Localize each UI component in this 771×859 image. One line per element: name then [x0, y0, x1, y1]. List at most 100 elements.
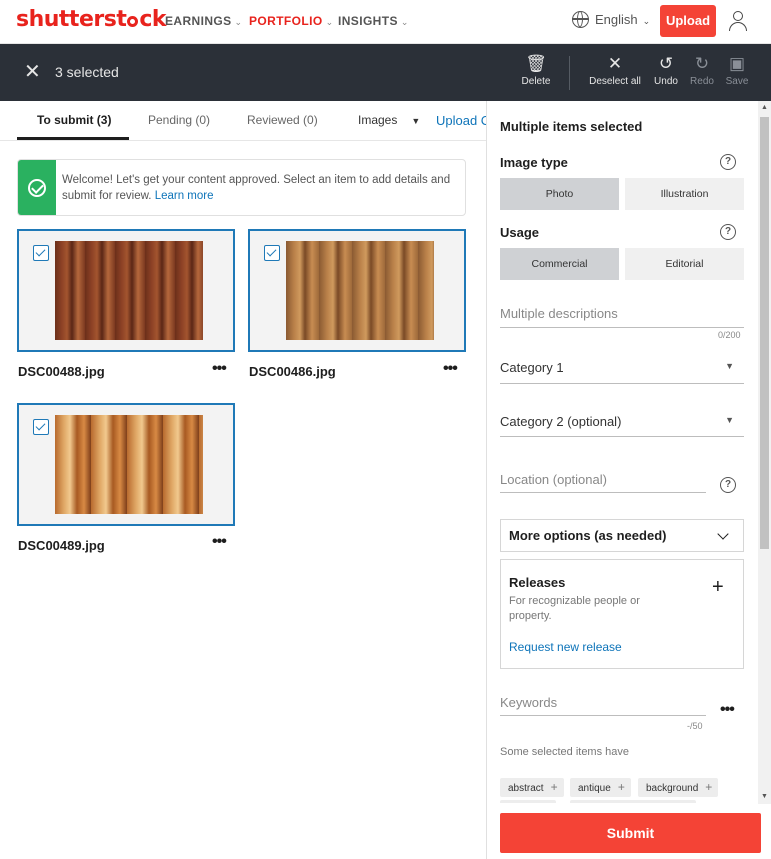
- image-type-photo[interactable]: Photo: [500, 178, 619, 210]
- nav-earnings[interactable]: EARNINGS ⌄: [165, 14, 243, 28]
- add-release-icon[interactable]: +: [712, 577, 724, 597]
- redo-icon: ↻: [694, 54, 710, 73]
- add-keyword-icon[interactable]: +: [705, 780, 712, 794]
- close-icon[interactable]: ✕: [24, 62, 41, 82]
- keywords-note: Some selected items have: [500, 746, 630, 758]
- welcome-text: Welcome! Let's get your content approved…: [62, 174, 451, 202]
- image-type-label: Image type: [500, 155, 568, 170]
- asset-image: [55, 241, 203, 340]
- usage-label: Usage: [500, 225, 540, 240]
- top-nav: shutterst ck EARNINGS ⌄ PORTFOLIO ⌄ INSIGHT…: [0, 0, 771, 44]
- undo-label: Undo: [654, 76, 678, 87]
- nav-insights-label: INSIGHTS: [338, 14, 398, 28]
- chevron-down-icon: ⌄: [400, 17, 409, 27]
- image-type-illustration[interactable]: Illustration: [625, 178, 744, 210]
- user-account-icon[interactable]: [728, 11, 748, 31]
- media-type-dropdown[interactable]: Images ▼: [358, 113, 420, 127]
- panel-title: Multiple items selected: [500, 119, 643, 134]
- chevron-down-icon: [717, 528, 729, 540]
- save-label: Save: [725, 76, 749, 87]
- save-button[interactable]: ▣ Save: [724, 54, 750, 87]
- delete-label: Delete: [521, 76, 551, 87]
- language-label: English: [595, 12, 638, 27]
- checkbox-checked-icon[interactable]: [33, 419, 49, 435]
- check-circle-icon: [28, 179, 46, 197]
- media-type-label: Images: [358, 113, 398, 127]
- asset-filename: DSC00486.jpg: [249, 364, 336, 379]
- keyword-chip-label: background: [646, 783, 699, 794]
- asset-image: [286, 241, 434, 340]
- category-2-select[interactable]: Category 2 (optional) ▼: [500, 414, 744, 437]
- asset-image: [55, 415, 203, 514]
- welcome-banner: Welcome! Let's get your content approved…: [17, 159, 466, 216]
- caret-down-icon: ▼: [725, 361, 734, 371]
- toolbar-divider: [569, 56, 570, 90]
- checkbox-checked-icon[interactable]: [33, 245, 49, 261]
- tab-pending[interactable]: Pending (0): [148, 113, 210, 127]
- asset-card[interactable]: [17, 403, 235, 526]
- nav-portfolio[interactable]: PORTFOLIO ⌄: [249, 14, 334, 28]
- category-1-select[interactable]: Category 1 ▼: [500, 360, 744, 384]
- upload-button[interactable]: Upload: [660, 5, 716, 37]
- usage-editorial[interactable]: Editorial: [625, 248, 744, 280]
- help-icon[interactable]: ?: [720, 477, 736, 493]
- more-options-icon[interactable]: •••: [212, 533, 227, 551]
- welcome-message: Welcome! Let's get your content approved…: [62, 173, 457, 204]
- learn-more-link[interactable]: Learn more: [155, 190, 214, 202]
- submit-button[interactable]: Submit: [500, 813, 761, 853]
- nav-earnings-label: EARNINGS: [165, 14, 232, 28]
- deselect-all-button[interactable]: ✕ Deselect all: [587, 54, 643, 87]
- more-options-icon[interactable]: •••: [212, 360, 227, 378]
- keywords-more-icon[interactable]: •••: [720, 701, 735, 719]
- close-icon: ✕: [607, 54, 623, 73]
- description-input[interactable]: Multiple descriptions: [500, 306, 744, 328]
- undo-icon: ↺: [658, 54, 674, 73]
- help-icon[interactable]: ?: [720, 154, 736, 170]
- asset-filename: DSC00489.jpg: [18, 538, 105, 553]
- logo-text-end: ck: [139, 7, 167, 32]
- chevron-down-icon: ⌄: [234, 17, 243, 27]
- keyword-chip[interactable]: background +: [638, 778, 719, 797]
- add-keyword-icon[interactable]: +: [551, 780, 558, 794]
- checkbox-checked-icon[interactable]: [264, 245, 280, 261]
- active-tab-indicator: [17, 137, 129, 140]
- scroll-up-arrow-icon[interactable]: ▲: [758, 101, 771, 115]
- scrollbar-thumb[interactable]: [760, 117, 769, 549]
- tab-reviewed[interactable]: Reviewed (0): [247, 113, 318, 127]
- undo-button[interactable]: ↺ Undo: [651, 54, 681, 87]
- keywords-counter: -/50: [687, 721, 703, 731]
- more-options-toggle[interactable]: More options (as needed): [500, 519, 744, 552]
- chevron-down-icon: ⌄: [642, 16, 651, 26]
- asset-card[interactable]: [248, 229, 466, 352]
- redo-button[interactable]: ↻ Redo: [689, 54, 715, 87]
- nav-insights[interactable]: INSIGHTS ⌄: [338, 14, 409, 28]
- scroll-down-arrow-icon[interactable]: ▼: [758, 790, 771, 804]
- description-counter: 0/200: [718, 330, 741, 340]
- more-options-icon[interactable]: •••: [443, 360, 458, 378]
- submit-bar: Submit: [487, 803, 771, 859]
- add-keyword-icon[interactable]: +: [618, 780, 625, 794]
- keyword-chip[interactable]: abstract +: [500, 778, 564, 797]
- asset-card[interactable]: [17, 229, 235, 352]
- shutterstock-logo[interactable]: shutterst ck: [16, 7, 167, 32]
- keywords-input[interactable]: Keywords: [500, 695, 706, 716]
- delete-button[interactable]: 🗑 Delete: [521, 54, 551, 87]
- releases-card: Releases For recognizable people or prop…: [500, 559, 744, 669]
- keyword-chip-label: abstract: [508, 783, 544, 794]
- more-options-label: More options (as needed): [509, 528, 667, 543]
- caret-down-icon: ▼: [411, 116, 421, 126]
- usage-commercial[interactable]: Commercial: [500, 248, 619, 280]
- logo-o-mark: [127, 16, 139, 27]
- tab-to-submit[interactable]: To submit (3): [37, 113, 111, 127]
- keyword-chip[interactable]: antique +: [570, 778, 631, 797]
- redo-label: Redo: [690, 76, 714, 87]
- deselect-all-label: Deselect all: [589, 76, 641, 87]
- category-2-label: Category 2 (optional): [500, 414, 622, 429]
- help-icon[interactable]: ?: [720, 224, 736, 240]
- upload-content-link[interactable]: Upload C: [436, 113, 486, 128]
- request-release-link[interactable]: Request new release: [509, 640, 622, 654]
- chevron-down-icon: ⌄: [325, 17, 334, 27]
- location-input[interactable]: Location (optional): [500, 472, 706, 493]
- globe-icon: [572, 11, 589, 28]
- language-selector[interactable]: English ⌄: [572, 11, 650, 28]
